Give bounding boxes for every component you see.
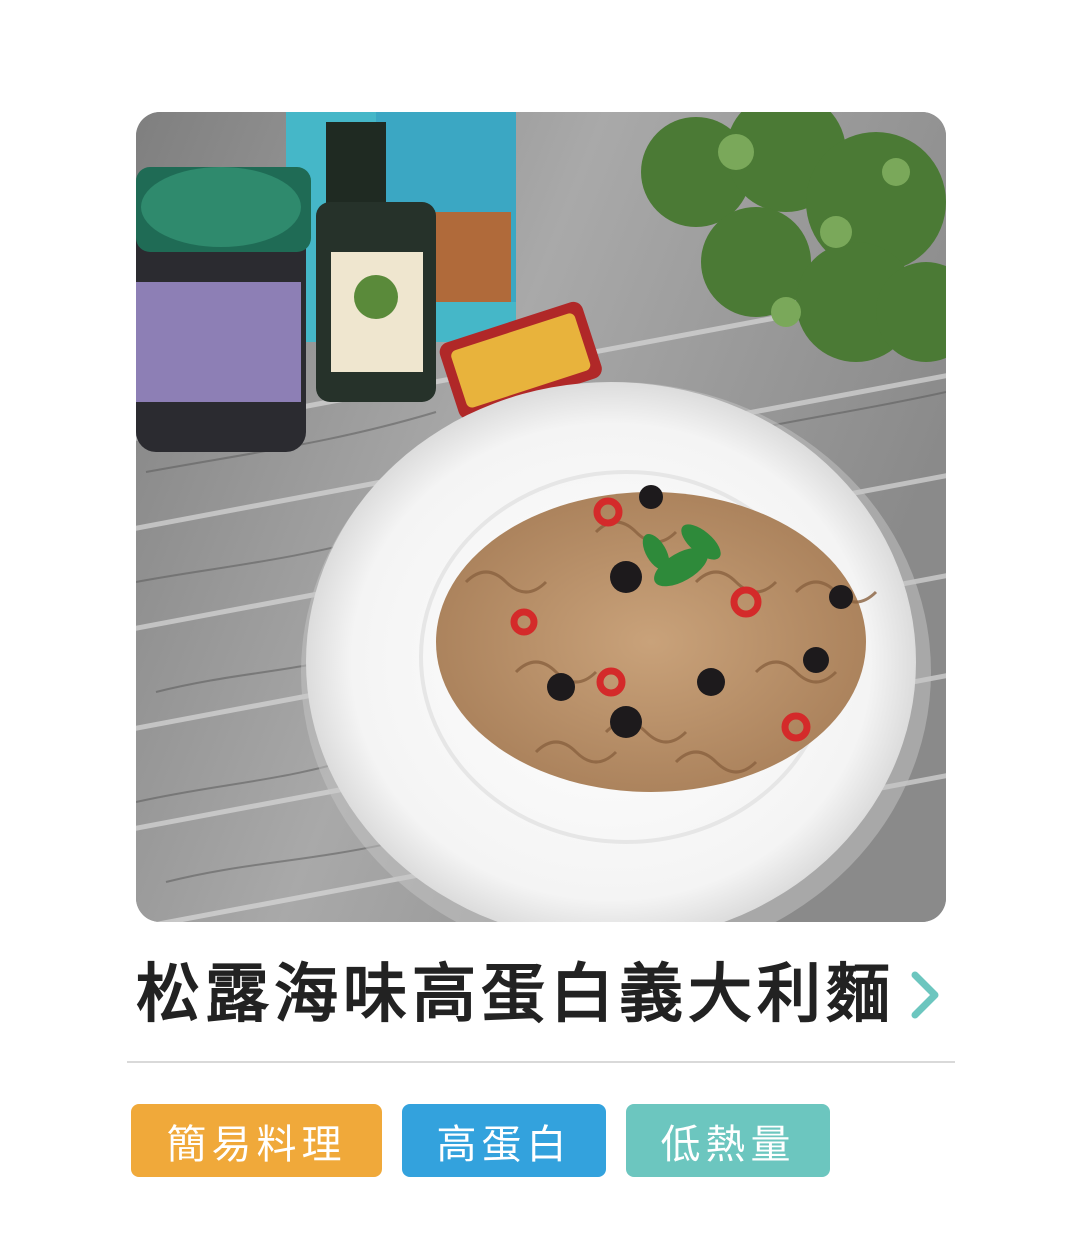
pasta-dish-photo-icon — [136, 112, 946, 922]
recipe-photo[interactable] — [136, 112, 946, 922]
recipe-title: 松露海味高蛋白義大利麵 — [136, 958, 895, 1032]
recipe-title-link[interactable]: 松露海味高蛋白義大利麵 — [136, 950, 976, 1040]
divider — [127, 1061, 955, 1063]
recipe-card: 松露海味高蛋白義大利麵 簡易料理 高蛋白 低熱量 — [0, 0, 1081, 1259]
tag-easy-cooking[interactable]: 簡易料理 — [131, 1104, 382, 1177]
tag-low-calorie[interactable]: 低熱量 — [626, 1104, 830, 1177]
tag-high-protein[interactable]: 高蛋白 — [402, 1104, 606, 1177]
chevron-right-icon[interactable] — [903, 965, 947, 1025]
tag-list: 簡易料理 高蛋白 低熱量 — [131, 1104, 830, 1177]
